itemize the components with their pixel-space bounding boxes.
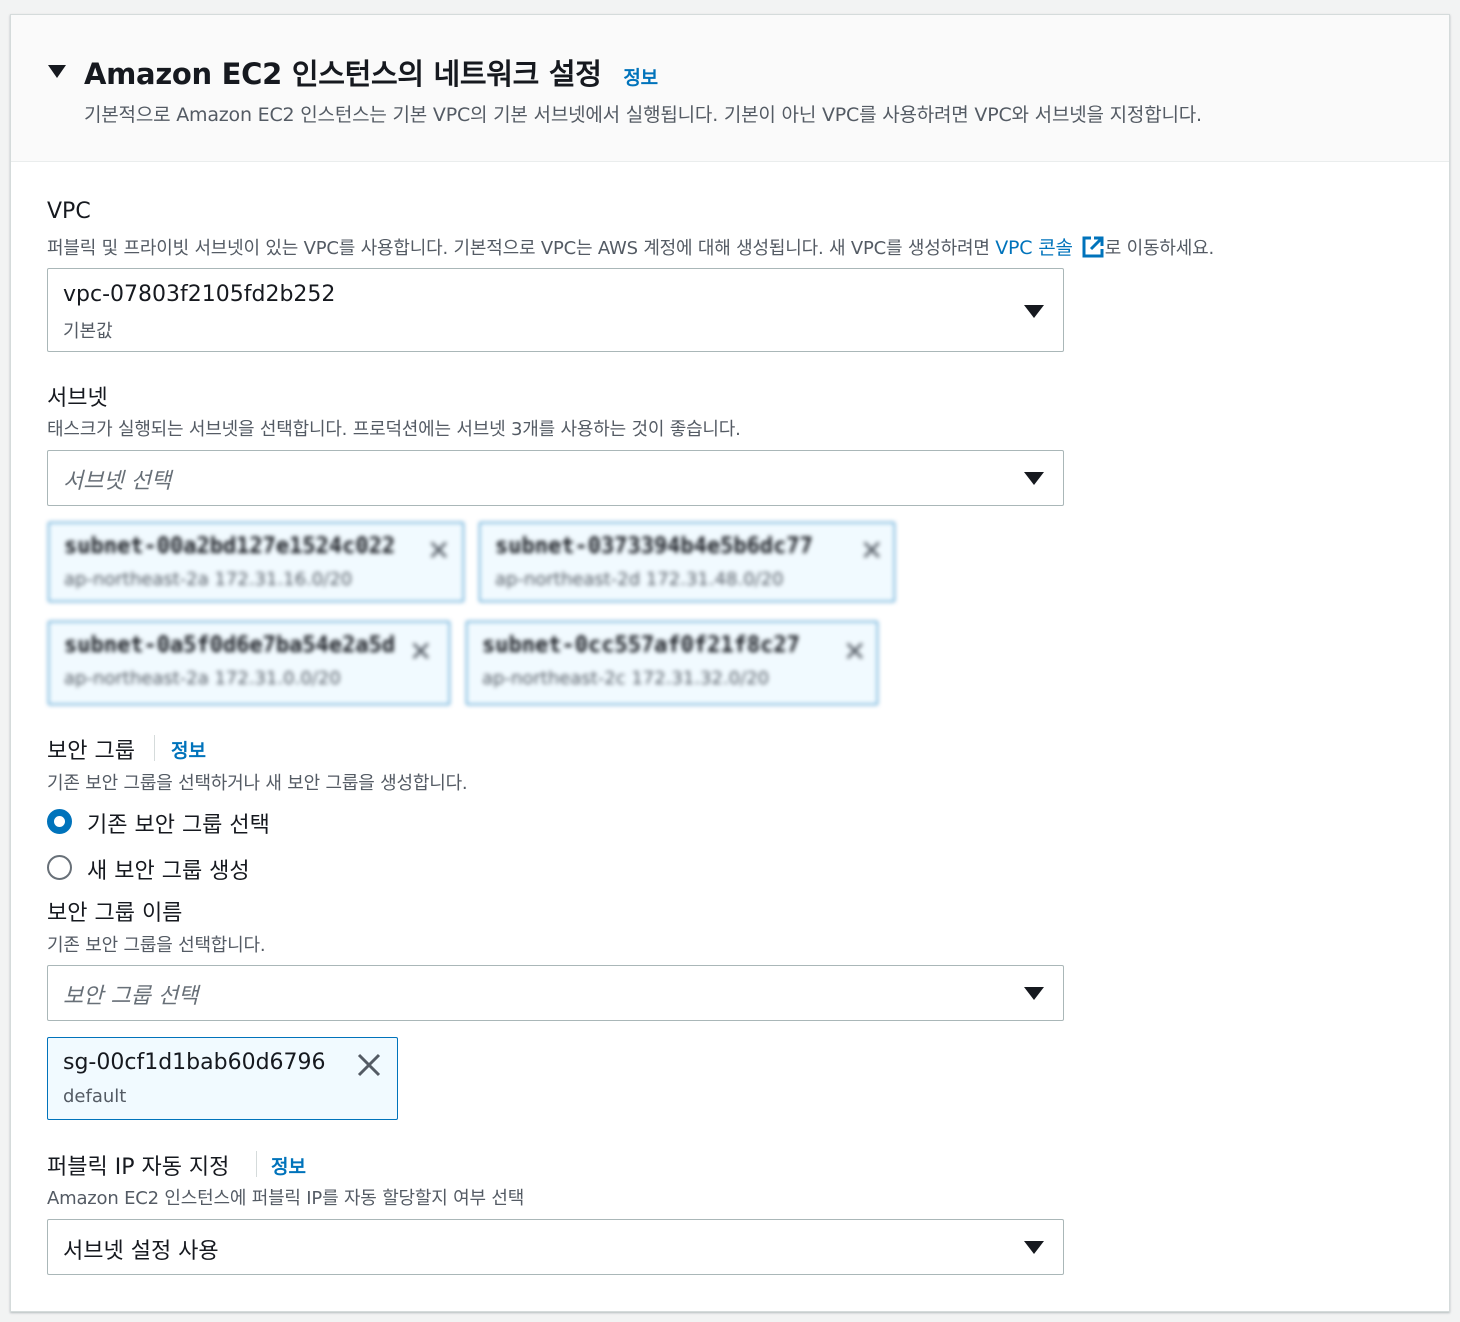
security-group-description: 기존 보안 그룹을 선택하거나 새 보안 그룹을 생성합니다. [47, 773, 468, 794]
radio-button-checked[interactable] [47, 809, 72, 834]
vpc-label: VPC [47, 199, 91, 224]
security-group-select-placeholder: 보안 그룹 선택 [63, 984, 199, 1009]
public-ip-label: 퍼블릭 IP 자동 지정 [47, 1155, 230, 1180]
subnet-token-sub: ap-northeast-2a 172.31.16.0/20 [64, 569, 353, 590]
caret-down-icon [1024, 987, 1044, 1000]
close-icon[interactable]: ✕ [427, 537, 450, 565]
vpc-console-link-label[interactable]: VPC 콘솔 [995, 237, 1073, 259]
caret-down-icon[interactable] [48, 65, 66, 78]
vpc-select[interactable]: vpc-07803f2105fd2b252 기본값 [47, 268, 1064, 352]
section-title: Amazon EC2 인스턴스의 네트워크 설정 [84, 57, 602, 91]
subnet-token-id: subnet-0cc557af0f21f8c27 [482, 633, 800, 658]
caret-down-icon [1024, 305, 1044, 318]
security-group-name-description: 기존 보안 그룹을 선택합니다. [47, 935, 266, 956]
close-icon[interactable]: ✕ [860, 537, 883, 565]
subnet-label: 서브넷 [47, 386, 108, 411]
security-group-select[interactable]: 보안 그룹 선택 [47, 965, 1064, 1021]
security-group-name-label: 보안 그룹 이름 [47, 901, 183, 926]
info-link[interactable]: 정보 [623, 67, 658, 89]
close-icon[interactable] [356, 1052, 382, 1078]
vpc-select-sub: 기본값 [63, 321, 113, 342]
close-icon[interactable]: ✕ [409, 638, 432, 666]
public-ip-info-link[interactable]: 정보 [271, 1152, 306, 1179]
subnet-select-placeholder: 서브넷 선택 [63, 469, 172, 494]
caret-down-icon [1024, 1241, 1044, 1254]
security-group-label: 보안 그룹 [47, 739, 135, 764]
security-group-token: sg-00cf1d1bab60d6796 default [47, 1037, 398, 1120]
external-link-icon[interactable] [1081, 235, 1105, 259]
caret-down-icon [1024, 472, 1044, 485]
radio-button[interactable] [47, 855, 72, 880]
public-ip-description: Amazon EC2 인스턴스에 퍼블릭 IP를 자동 할당할지 여부 선택 [47, 1188, 525, 1209]
subnet-select[interactable]: 서브넷 선택 [47, 450, 1064, 506]
vpc-description-prefix: 퍼블릭 및 프라이빗 서브넷이 있는 VPC를 사용합니다. 기본적으로 VPC… [47, 238, 996, 259]
subnet-token-id: subnet-0373394b4e5b6dc77 [495, 534, 813, 559]
subnet-token-sub: ap-northeast-2a 172.31.0.0/20 [64, 668, 341, 689]
public-ip-select[interactable]: 서브넷 설정 사용 [47, 1219, 1064, 1275]
divider [154, 735, 155, 761]
close-icon[interactable]: ✕ [843, 638, 866, 666]
security-group-token-id: sg-00cf1d1bab60d6796 [63, 1050, 326, 1075]
subnet-token: subnet-0cc557af0f21f8c27 ap-northeast-2c… [466, 621, 878, 705]
vpc-description: 퍼블릭 및 프라이빗 서브넷이 있는 VPC를 사용합니다. 기본적으로 VPC… [47, 233, 1214, 260]
section-description: 기본적으로 Amazon EC2 인스턴스는 기본 VPC의 기본 서브넷에서 … [84, 104, 1202, 126]
radio-label: 새 보안 그룹 생성 [87, 859, 250, 884]
security-group-token-sub: default [63, 1086, 127, 1107]
subnet-description: 태스크가 실행되는 서브넷을 선택합니다. 프로덕션에는 서브넷 3개를 사용하… [47, 419, 741, 440]
subnet-token-sub: ap-northeast-2c 172.31.32.0/20 [482, 668, 770, 689]
subnet-token-id: subnet-00a2bd127e1524c022 [64, 534, 396, 559]
public-ip-select-value: 서브넷 설정 사용 [63, 1239, 219, 1264]
vpc-description-suffix: 로 이동하세요. [1104, 238, 1214, 259]
vpc-select-value: vpc-07803f2105fd2b252 [63, 282, 336, 307]
panel-header: Amazon EC2 인스턴스의 네트워크 설정 정보 기본적으로 Amazon… [11, 15, 1449, 162]
subnet-token-sub: ap-northeast-2d 172.31.48.0/20 [495, 569, 784, 590]
network-settings-panel: Amazon EC2 인스턴스의 네트워크 설정 정보 기본적으로 Amazon… [10, 14, 1450, 1312]
subnet-token: subnet-00a2bd127e1524c022 ap-northeast-2… [48, 522, 464, 602]
subnet-token-id: subnet-0a5f0d6e7ba54e2a5d [64, 633, 396, 658]
page-title: Amazon EC2 인스턴스의 네트워크 설정 정보 [84, 51, 658, 93]
vpc-console-link[interactable]: VPC 콘솔 [995, 235, 1105, 259]
radio-label: 기존 보안 그룹 선택 [87, 813, 270, 838]
subnet-token: subnet-0373394b4e5b6dc77 ap-northeast-2d… [479, 522, 895, 602]
radio-existing-security-group[interactable]: 기존 보안 그룹 선택 [47, 807, 307, 838]
radio-new-security-group[interactable]: 새 보안 그룹 생성 [47, 853, 287, 884]
subnet-token: subnet-0a5f0d6e7ba54e2a5d ap-northeast-2… [48, 621, 450, 705]
divider [256, 1151, 257, 1177]
security-group-info-link[interactable]: 정보 [171, 736, 206, 763]
